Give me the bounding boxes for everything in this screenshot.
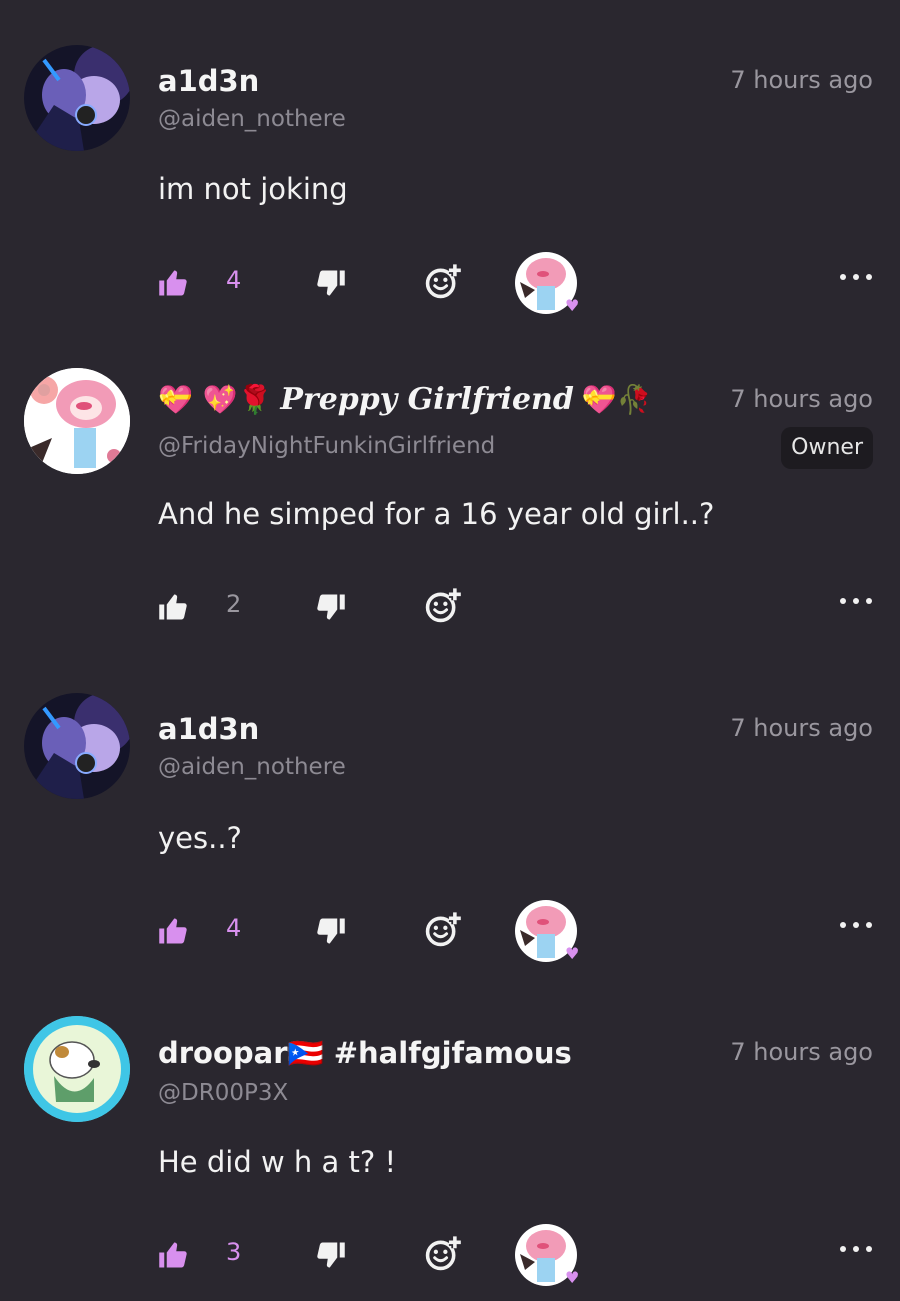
user-avatar[interactable] xyxy=(24,1016,130,1122)
add-reaction-icon[interactable] xyxy=(424,586,462,624)
heart-icon: ♥ xyxy=(565,296,580,315)
comment-text: And he simped for a 16 year old girl..? xyxy=(158,497,715,531)
username[interactable]: droopar🇵🇷 #halfgjfamous xyxy=(158,1036,572,1071)
user-handle: @aiden_nothere xyxy=(158,106,346,132)
timestamp: 7 hours ago xyxy=(730,1038,873,1066)
thumbs-down-icon[interactable] xyxy=(316,592,346,622)
comment-actions: 4 ♥ xyxy=(0,252,900,315)
comment-actions: 3 ♥ xyxy=(0,1224,900,1287)
like-count: 4 xyxy=(226,266,242,294)
thumbs-up-icon[interactable] xyxy=(158,268,188,298)
comment-actions: 2 xyxy=(0,578,900,638)
add-reaction-icon[interactable] xyxy=(424,1234,462,1272)
timestamp: 7 hours ago xyxy=(730,714,873,742)
heart-icon: ♥ xyxy=(565,1268,580,1287)
user-avatar[interactable] xyxy=(24,45,130,151)
thumbs-down-icon[interactable] xyxy=(316,1240,346,1270)
heart-icon: ♥ xyxy=(565,944,580,963)
username-emoji-suffix: 💝🥀 xyxy=(581,383,652,416)
timestamp: 7 hours ago xyxy=(730,385,873,413)
timestamp: 7 hours ago xyxy=(730,66,873,94)
more-options-icon[interactable] xyxy=(840,596,872,606)
like-count: 3 xyxy=(226,1238,242,1266)
thumbs-down-icon[interactable] xyxy=(316,916,346,946)
like-count: 2 xyxy=(226,590,242,618)
more-options-icon[interactable] xyxy=(840,1244,872,1254)
thumbs-up-icon[interactable] xyxy=(158,592,188,622)
add-reaction-icon[interactable] xyxy=(424,910,462,948)
username[interactable]: 💝 💖🌹 Preppy Girlfriend 💝🥀 xyxy=(158,382,652,417)
user-avatar[interactable] xyxy=(24,368,130,474)
comment-text: im not joking xyxy=(158,172,348,206)
like-count: 4 xyxy=(226,914,242,942)
comment-text: He did w h a t? ! xyxy=(158,1145,397,1179)
username[interactable]: a1d3n xyxy=(158,64,259,98)
more-options-icon[interactable] xyxy=(840,920,872,930)
username[interactable]: a1d3n xyxy=(158,712,259,746)
user-avatar[interactable] xyxy=(24,693,130,799)
user-handle: @FridayNightFunkinGirlfriend xyxy=(158,433,496,459)
user-handle: @DR00P3X xyxy=(158,1080,289,1106)
thumbs-down-icon[interactable] xyxy=(316,268,346,298)
comment-text: yes..? xyxy=(158,821,242,855)
thumbs-up-icon[interactable] xyxy=(158,916,188,946)
add-reaction-icon[interactable] xyxy=(424,262,462,300)
username-fancy-text: Preppy Girlfriend xyxy=(280,382,574,417)
thumbs-up-icon[interactable] xyxy=(158,1240,188,1270)
user-handle: @aiden_nothere xyxy=(158,754,346,780)
comment-actions: 4 ♥ xyxy=(0,900,900,963)
username-emoji-prefix: 💝 💖🌹 xyxy=(158,383,273,416)
owner-badge: Owner xyxy=(781,427,873,469)
more-options-icon[interactable] xyxy=(840,272,872,282)
